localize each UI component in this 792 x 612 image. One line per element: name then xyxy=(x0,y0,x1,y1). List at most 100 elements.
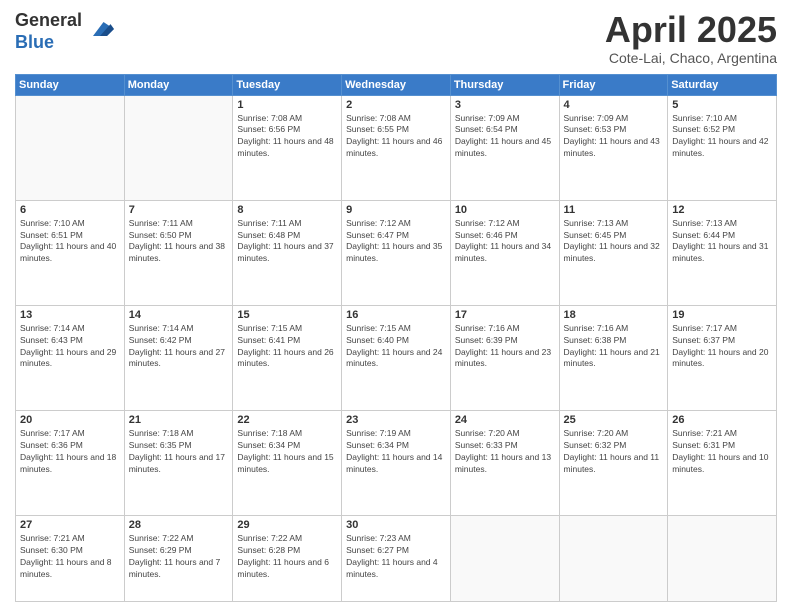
calendar-cell: 23 Sunrise: 7:19 AM Sunset: 6:34 PM Dayli… xyxy=(342,410,451,515)
calendar-cell: 27 Sunrise: 7:21 AM Sunset: 6:30 PM Dayli… xyxy=(16,515,125,601)
calendar-cell: 10 Sunrise: 7:12 AM Sunset: 6:46 PM Dayli… xyxy=(450,200,559,305)
day-number: 24 xyxy=(455,414,555,426)
calendar-cell: 20Sunrise: 7:17 AM Sunset: 6:36 PM Dayli… xyxy=(16,410,125,515)
weekday-header: Friday xyxy=(559,74,668,95)
day-info: Sunrise: 7:15 AM Sunset: 6:40 PM Dayligh… xyxy=(346,323,446,371)
day-number: 8 xyxy=(237,204,337,216)
day-info: Sunrise: 7:10 AM Sunset: 6:51 PM Dayligh… xyxy=(20,218,120,266)
day-info: Sunrise: 7:20 AM Sunset: 6:33 PM Dayligh… xyxy=(455,428,555,476)
day-number: 17 xyxy=(455,309,555,321)
day-number: 14 xyxy=(129,309,229,321)
day-number: 12 xyxy=(672,204,772,216)
day-number: 22 xyxy=(237,414,337,426)
calendar-cell: 6 Sunrise: 7:10 AM Sunset: 6:51 PM Daylig… xyxy=(16,200,125,305)
logo-general: General xyxy=(15,10,82,32)
day-info: Sunrise: 7:16 AM Sunset: 6:38 PM Dayligh… xyxy=(564,323,664,371)
month-title: April 2025 xyxy=(605,10,777,50)
calendar-cell: 13 Sunrise: 7:14 AM Sunset: 6:43 PM Dayli… xyxy=(16,305,125,410)
calendar-cell: 29Sunrise: 7:22 AM Sunset: 6:28 PM Dayli… xyxy=(233,515,342,601)
day-info: Sunrise: 7:13 AM Sunset: 6:44 PM Dayligh… xyxy=(672,218,772,266)
day-number: 26 xyxy=(672,414,772,426)
weekday-header: Sunday xyxy=(16,74,125,95)
day-info: Sunrise: 7:23 AM Sunset: 6:27 PM Dayligh… xyxy=(346,533,446,581)
calendar-cell: 7 Sunrise: 7:11 AM Sunset: 6:50 PM Daylig… xyxy=(124,200,233,305)
day-number: 27 xyxy=(20,519,120,531)
day-info: Sunrise: 7:11 AM Sunset: 6:50 PM Dayligh… xyxy=(129,218,229,266)
day-info: Sunrise: 7:16 AM Sunset: 6:39 PM Dayligh… xyxy=(455,323,555,371)
calendar-week-row: 13 Sunrise: 7:14 AM Sunset: 6:43 PM Dayli… xyxy=(16,305,777,410)
day-number: 15 xyxy=(237,309,337,321)
day-info: Sunrise: 7:22 AM Sunset: 6:29 PM Dayligh… xyxy=(129,533,229,581)
day-info: Sunrise: 7:13 AM Sunset: 6:45 PM Dayligh… xyxy=(564,218,664,266)
day-info: Sunrise: 7:18 AM Sunset: 6:34 PM Dayligh… xyxy=(237,428,337,476)
day-number: 5 xyxy=(672,99,772,111)
calendar-cell xyxy=(668,515,777,601)
day-info: Sunrise: 7:21 AM Sunset: 6:31 PM Dayligh… xyxy=(672,428,772,476)
calendar-cell: 22 Sunrise: 7:18 AM Sunset: 6:34 PM Dayli… xyxy=(233,410,342,515)
logo-blue: Blue xyxy=(15,32,82,54)
calendar-week-row: 20Sunrise: 7:17 AM Sunset: 6:36 PM Dayli… xyxy=(16,410,777,515)
title-block: April 2025 Cote-Lai, Chaco, Argentina xyxy=(605,10,777,66)
calendar-cell: 4Sunrise: 7:09 AM Sunset: 6:53 PM Daylig… xyxy=(559,95,668,200)
calendar-cell: 26 Sunrise: 7:21 AM Sunset: 6:31 PM Dayli… xyxy=(668,410,777,515)
calendar-table: SundayMondayTuesdayWednesdayThursdayFrid… xyxy=(15,74,777,602)
calendar-cell: 12 Sunrise: 7:13 AM Sunset: 6:44 PM Dayli… xyxy=(668,200,777,305)
calendar-cell: 3 Sunrise: 7:09 AM Sunset: 6:54 PM Daylig… xyxy=(450,95,559,200)
calendar-header-row: SundayMondayTuesdayWednesdayThursdayFrid… xyxy=(16,74,777,95)
day-number: 21 xyxy=(129,414,229,426)
day-info: Sunrise: 7:09 AM Sunset: 6:53 PM Dayligh… xyxy=(564,113,664,161)
day-info: Sunrise: 7:11 AM Sunset: 6:48 PM Dayligh… xyxy=(237,218,337,266)
day-number: 10 xyxy=(455,204,555,216)
calendar-week-row: 1Sunrise: 7:08 AM Sunset: 6:56 PM Daylig… xyxy=(16,95,777,200)
day-number: 6 xyxy=(20,204,120,216)
calendar-cell: 14 Sunrise: 7:14 AM Sunset: 6:42 PM Dayli… xyxy=(124,305,233,410)
day-info: Sunrise: 7:10 AM Sunset: 6:52 PM Dayligh… xyxy=(672,113,772,161)
day-number: 23 xyxy=(346,414,446,426)
page: General Blue April 2025 Cote-Lai, Chaco,… xyxy=(0,0,792,612)
calendar-cell xyxy=(16,95,125,200)
day-info: Sunrise: 7:08 AM Sunset: 6:56 PM Dayligh… xyxy=(237,113,337,161)
logo-text: General Blue xyxy=(15,10,82,53)
calendar-cell: 30Sunrise: 7:23 AM Sunset: 6:27 PM Dayli… xyxy=(342,515,451,601)
day-number: 13 xyxy=(20,309,120,321)
weekday-header: Saturday xyxy=(668,74,777,95)
day-info: Sunrise: 7:09 AM Sunset: 6:54 PM Dayligh… xyxy=(455,113,555,161)
day-number: 16 xyxy=(346,309,446,321)
logo-icon xyxy=(86,15,114,43)
day-info: Sunrise: 7:20 AM Sunset: 6:32 PM Dayligh… xyxy=(564,428,664,476)
calendar-cell: 17 Sunrise: 7:16 AM Sunset: 6:39 PM Dayli… xyxy=(450,305,559,410)
calendar-cell xyxy=(450,515,559,601)
day-info: Sunrise: 7:14 AM Sunset: 6:42 PM Dayligh… xyxy=(129,323,229,371)
calendar-cell: 5 Sunrise: 7:10 AM Sunset: 6:52 PM Daylig… xyxy=(668,95,777,200)
day-info: Sunrise: 7:17 AM Sunset: 6:37 PM Dayligh… xyxy=(672,323,772,371)
calendar-week-row: 27 Sunrise: 7:21 AM Sunset: 6:30 PM Dayli… xyxy=(16,515,777,601)
day-info: Sunrise: 7:12 AM Sunset: 6:47 PM Dayligh… xyxy=(346,218,446,266)
day-number: 7 xyxy=(129,204,229,216)
day-info: Sunrise: 7:21 AM Sunset: 6:30 PM Dayligh… xyxy=(20,533,120,581)
calendar-cell xyxy=(559,515,668,601)
day-number: 18 xyxy=(564,309,664,321)
day-info: Sunrise: 7:12 AM Sunset: 6:46 PM Dayligh… xyxy=(455,218,555,266)
day-number: 11 xyxy=(564,204,664,216)
weekday-header: Thursday xyxy=(450,74,559,95)
calendar-cell: 8 Sunrise: 7:11 AM Sunset: 6:48 PM Daylig… xyxy=(233,200,342,305)
calendar-cell: 24 Sunrise: 7:20 AM Sunset: 6:33 PM Dayli… xyxy=(450,410,559,515)
calendar-cell: 2Sunrise: 7:08 AM Sunset: 6:55 PM Daylig… xyxy=(342,95,451,200)
calendar-cell: 19 Sunrise: 7:17 AM Sunset: 6:37 PM Dayli… xyxy=(668,305,777,410)
day-info: Sunrise: 7:14 AM Sunset: 6:43 PM Dayligh… xyxy=(20,323,120,371)
header: General Blue April 2025 Cote-Lai, Chaco,… xyxy=(15,10,777,66)
calendar-cell: 15 Sunrise: 7:15 AM Sunset: 6:41 PM Dayli… xyxy=(233,305,342,410)
weekday-header: Monday xyxy=(124,74,233,95)
day-number: 19 xyxy=(672,309,772,321)
calendar-week-row: 6 Sunrise: 7:10 AM Sunset: 6:51 PM Daylig… xyxy=(16,200,777,305)
day-info: Sunrise: 7:17 AM Sunset: 6:36 PM Dayligh… xyxy=(20,428,120,476)
calendar-cell: 21 Sunrise: 7:18 AM Sunset: 6:35 PM Dayli… xyxy=(124,410,233,515)
calendar-cell: 16 Sunrise: 7:15 AM Sunset: 6:40 PM Dayli… xyxy=(342,305,451,410)
weekday-header: Wednesday xyxy=(342,74,451,95)
day-number: 28 xyxy=(129,519,229,531)
day-info: Sunrise: 7:19 AM Sunset: 6:34 PM Dayligh… xyxy=(346,428,446,476)
day-number: 3 xyxy=(455,99,555,111)
day-info: Sunrise: 7:18 AM Sunset: 6:35 PM Dayligh… xyxy=(129,428,229,476)
day-number: 2 xyxy=(346,99,446,111)
day-info: Sunrise: 7:15 AM Sunset: 6:41 PM Dayligh… xyxy=(237,323,337,371)
